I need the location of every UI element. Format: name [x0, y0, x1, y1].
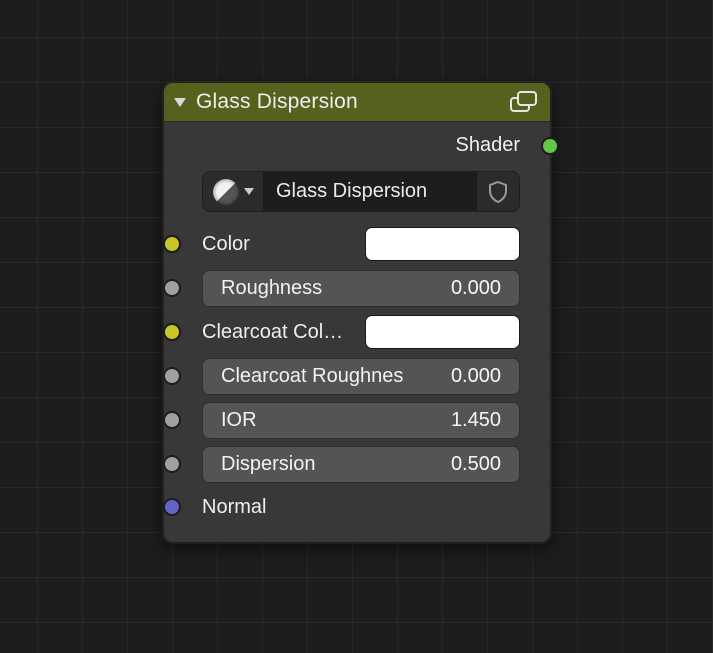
output-shader-label: Shader [456, 134, 535, 157]
input-clearcoat-roughness-value: 0.000 [451, 365, 501, 388]
input-dispersion-value: 0.500 [451, 453, 501, 476]
input-dispersion-socket[interactable] [163, 455, 181, 473]
input-roughness-field[interactable]: Roughness 0.000 [202, 270, 520, 307]
input-normal-label: Normal [202, 496, 520, 519]
input-roughness-row: Roughness 0.000 [202, 268, 520, 308]
input-clearcoat-roughness-socket[interactable] [163, 367, 181, 385]
output-shader-row: Shader [174, 128, 540, 167]
input-color-row: Color [202, 224, 520, 264]
fake-user-button[interactable] [476, 171, 520, 212]
collapse-toggle-icon[interactable] [174, 98, 186, 107]
node-title: Glass Dispersion [196, 90, 500, 114]
input-ior-field[interactable]: IOR 1.450 [202, 402, 520, 439]
input-clearcoat-color-row: Clearcoat Col… [202, 312, 520, 352]
datablock-picker-button[interactable] [202, 171, 264, 212]
node-group-icon[interactable] [510, 91, 538, 113]
input-clearcoat-color-swatch[interactable] [365, 315, 520, 349]
input-clearcoat-color-label: Clearcoat Col… [202, 321, 353, 344]
output-shader-socket[interactable] [541, 137, 559, 155]
input-normal-socket[interactable] [163, 498, 181, 516]
input-clearcoat-color-socket[interactable] [163, 323, 181, 341]
chevron-down-icon [244, 188, 254, 195]
nodegroup-selector: Glass Dispersion [202, 171, 520, 212]
input-roughness-label: Roughness [221, 277, 332, 300]
input-color-socket[interactable] [163, 235, 181, 253]
nodegroup-name-text: Glass Dispersion [276, 180, 427, 203]
input-ior-row: IOR 1.450 [202, 400, 520, 440]
input-roughness-socket[interactable] [163, 279, 181, 297]
input-ior-value: 1.450 [451, 409, 501, 432]
input-ior-label: IOR [221, 409, 267, 432]
nodegroup-name-field[interactable]: Glass Dispersion [264, 171, 476, 212]
shader-node[interactable]: Glass Dispersion Shader Glass Dispersion [163, 82, 551, 543]
input-color-label: Color [202, 233, 353, 256]
input-clearcoat-roughness-label: Clearcoat Roughnes [221, 365, 413, 388]
node-header[interactable]: Glass Dispersion [164, 83, 550, 122]
node-body: Shader Glass Dispersion Color [164, 122, 550, 542]
input-normal-row: Normal [202, 490, 520, 524]
input-clearcoat-roughness-field[interactable]: Clearcoat Roughnes 0.000 [202, 358, 520, 395]
input-ior-socket[interactable] [163, 411, 181, 429]
input-color-swatch[interactable] [365, 227, 520, 261]
input-dispersion-field[interactable]: Dispersion 0.500 [202, 446, 520, 483]
input-dispersion-row: Dispersion 0.500 [202, 444, 520, 484]
input-clearcoat-roughness-row: Clearcoat Roughnes 0.000 [202, 356, 520, 396]
input-dispersion-label: Dispersion [221, 453, 325, 476]
material-sphere-icon [213, 179, 239, 205]
input-roughness-value: 0.000 [451, 277, 501, 300]
shield-icon [488, 181, 508, 203]
